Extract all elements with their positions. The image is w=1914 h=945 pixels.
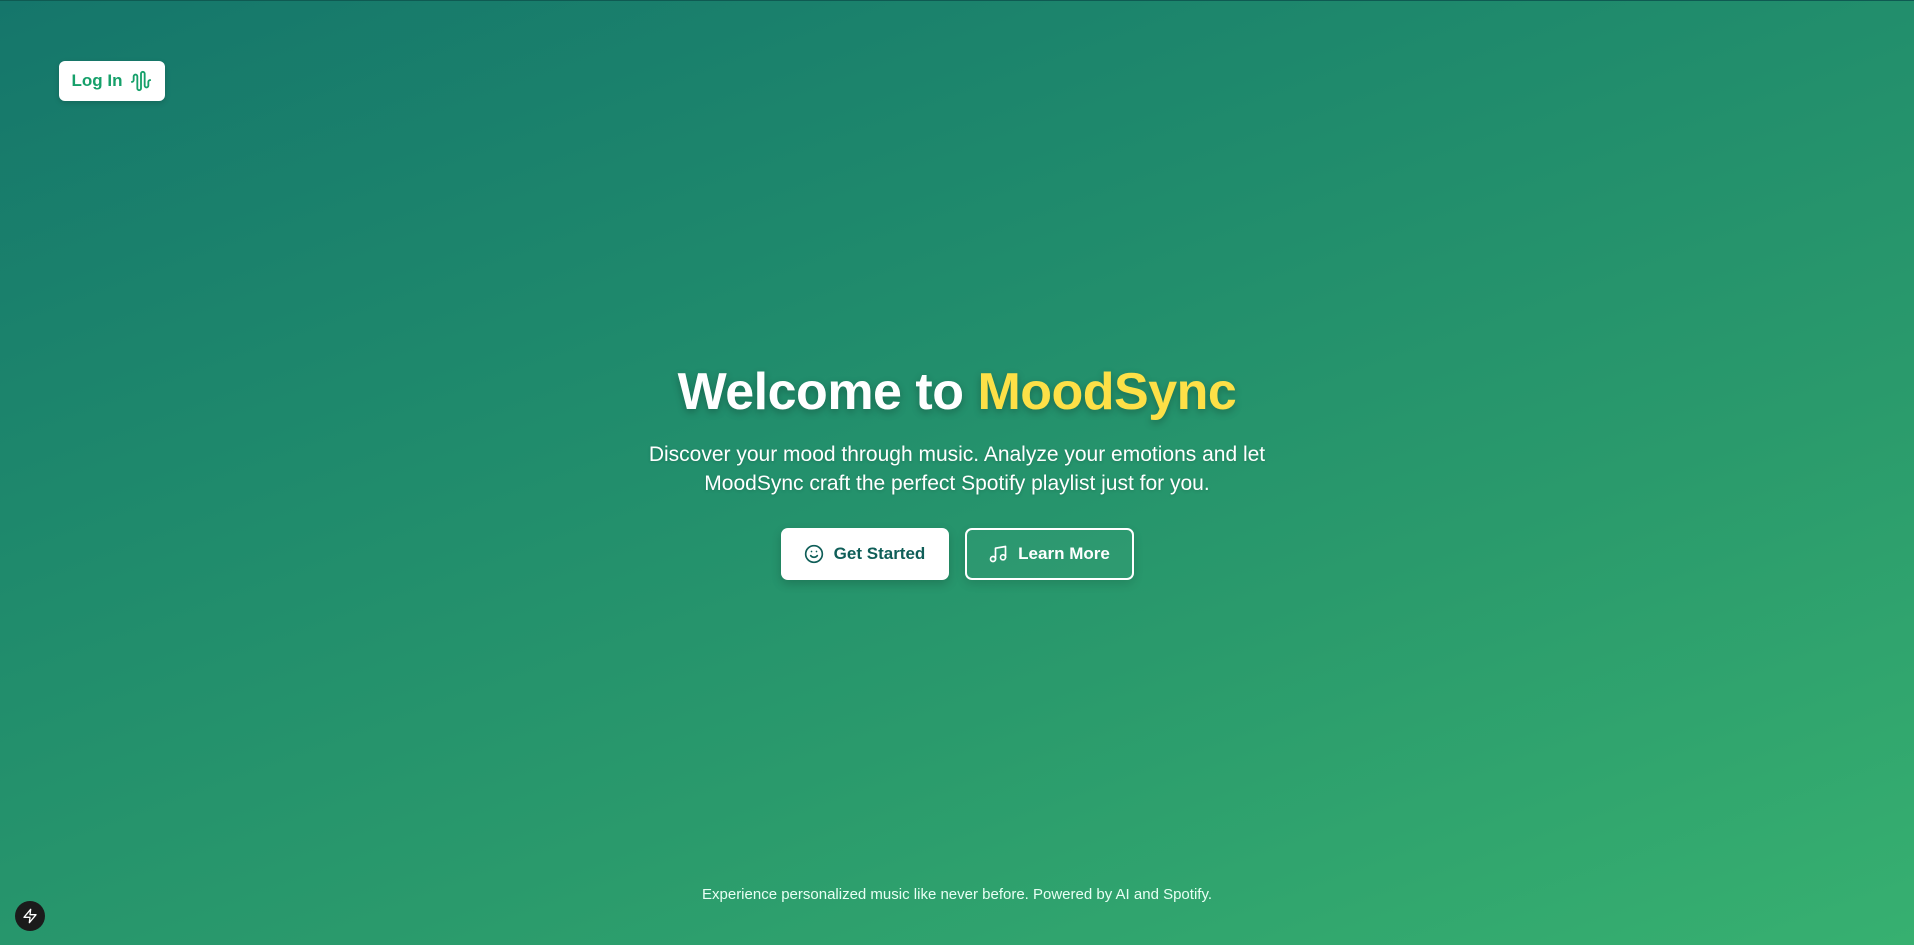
dev-tools-badge[interactable] — [15, 901, 45, 931]
smile-icon — [804, 544, 823, 564]
learn-more-button[interactable]: Learn More — [964, 528, 1134, 580]
footer-text: Experience personalized music like never… — [702, 886, 1212, 903]
top-border — [0, 0, 1914, 1]
learn-more-label: Learn More — [1018, 544, 1110, 563]
lightning-bolt-icon — [23, 908, 37, 924]
cta-row: Get Started Learn More — [0, 528, 1914, 580]
hero-description: Discover your mood through music. Analyz… — [648, 443, 1266, 495]
login-button[interactable]: Log In — [59, 61, 165, 101]
hero-title-prefix: Welcome to — [677, 363, 978, 421]
get-started-label: Get Started — [833, 544, 926, 563]
music-note-icon — [989, 545, 1007, 563]
hero-title: Welcome to MoodSync — [0, 362, 1914, 422]
audio-wave-icon — [131, 70, 152, 92]
login-label: Log In — [71, 71, 123, 90]
hero-title-brand: MoodSync — [977, 363, 1237, 421]
hero-section: Welcome to MoodSync Discover your mood t… — [0, 362, 1914, 580]
get-started-button[interactable]: Get Started — [780, 528, 949, 580]
